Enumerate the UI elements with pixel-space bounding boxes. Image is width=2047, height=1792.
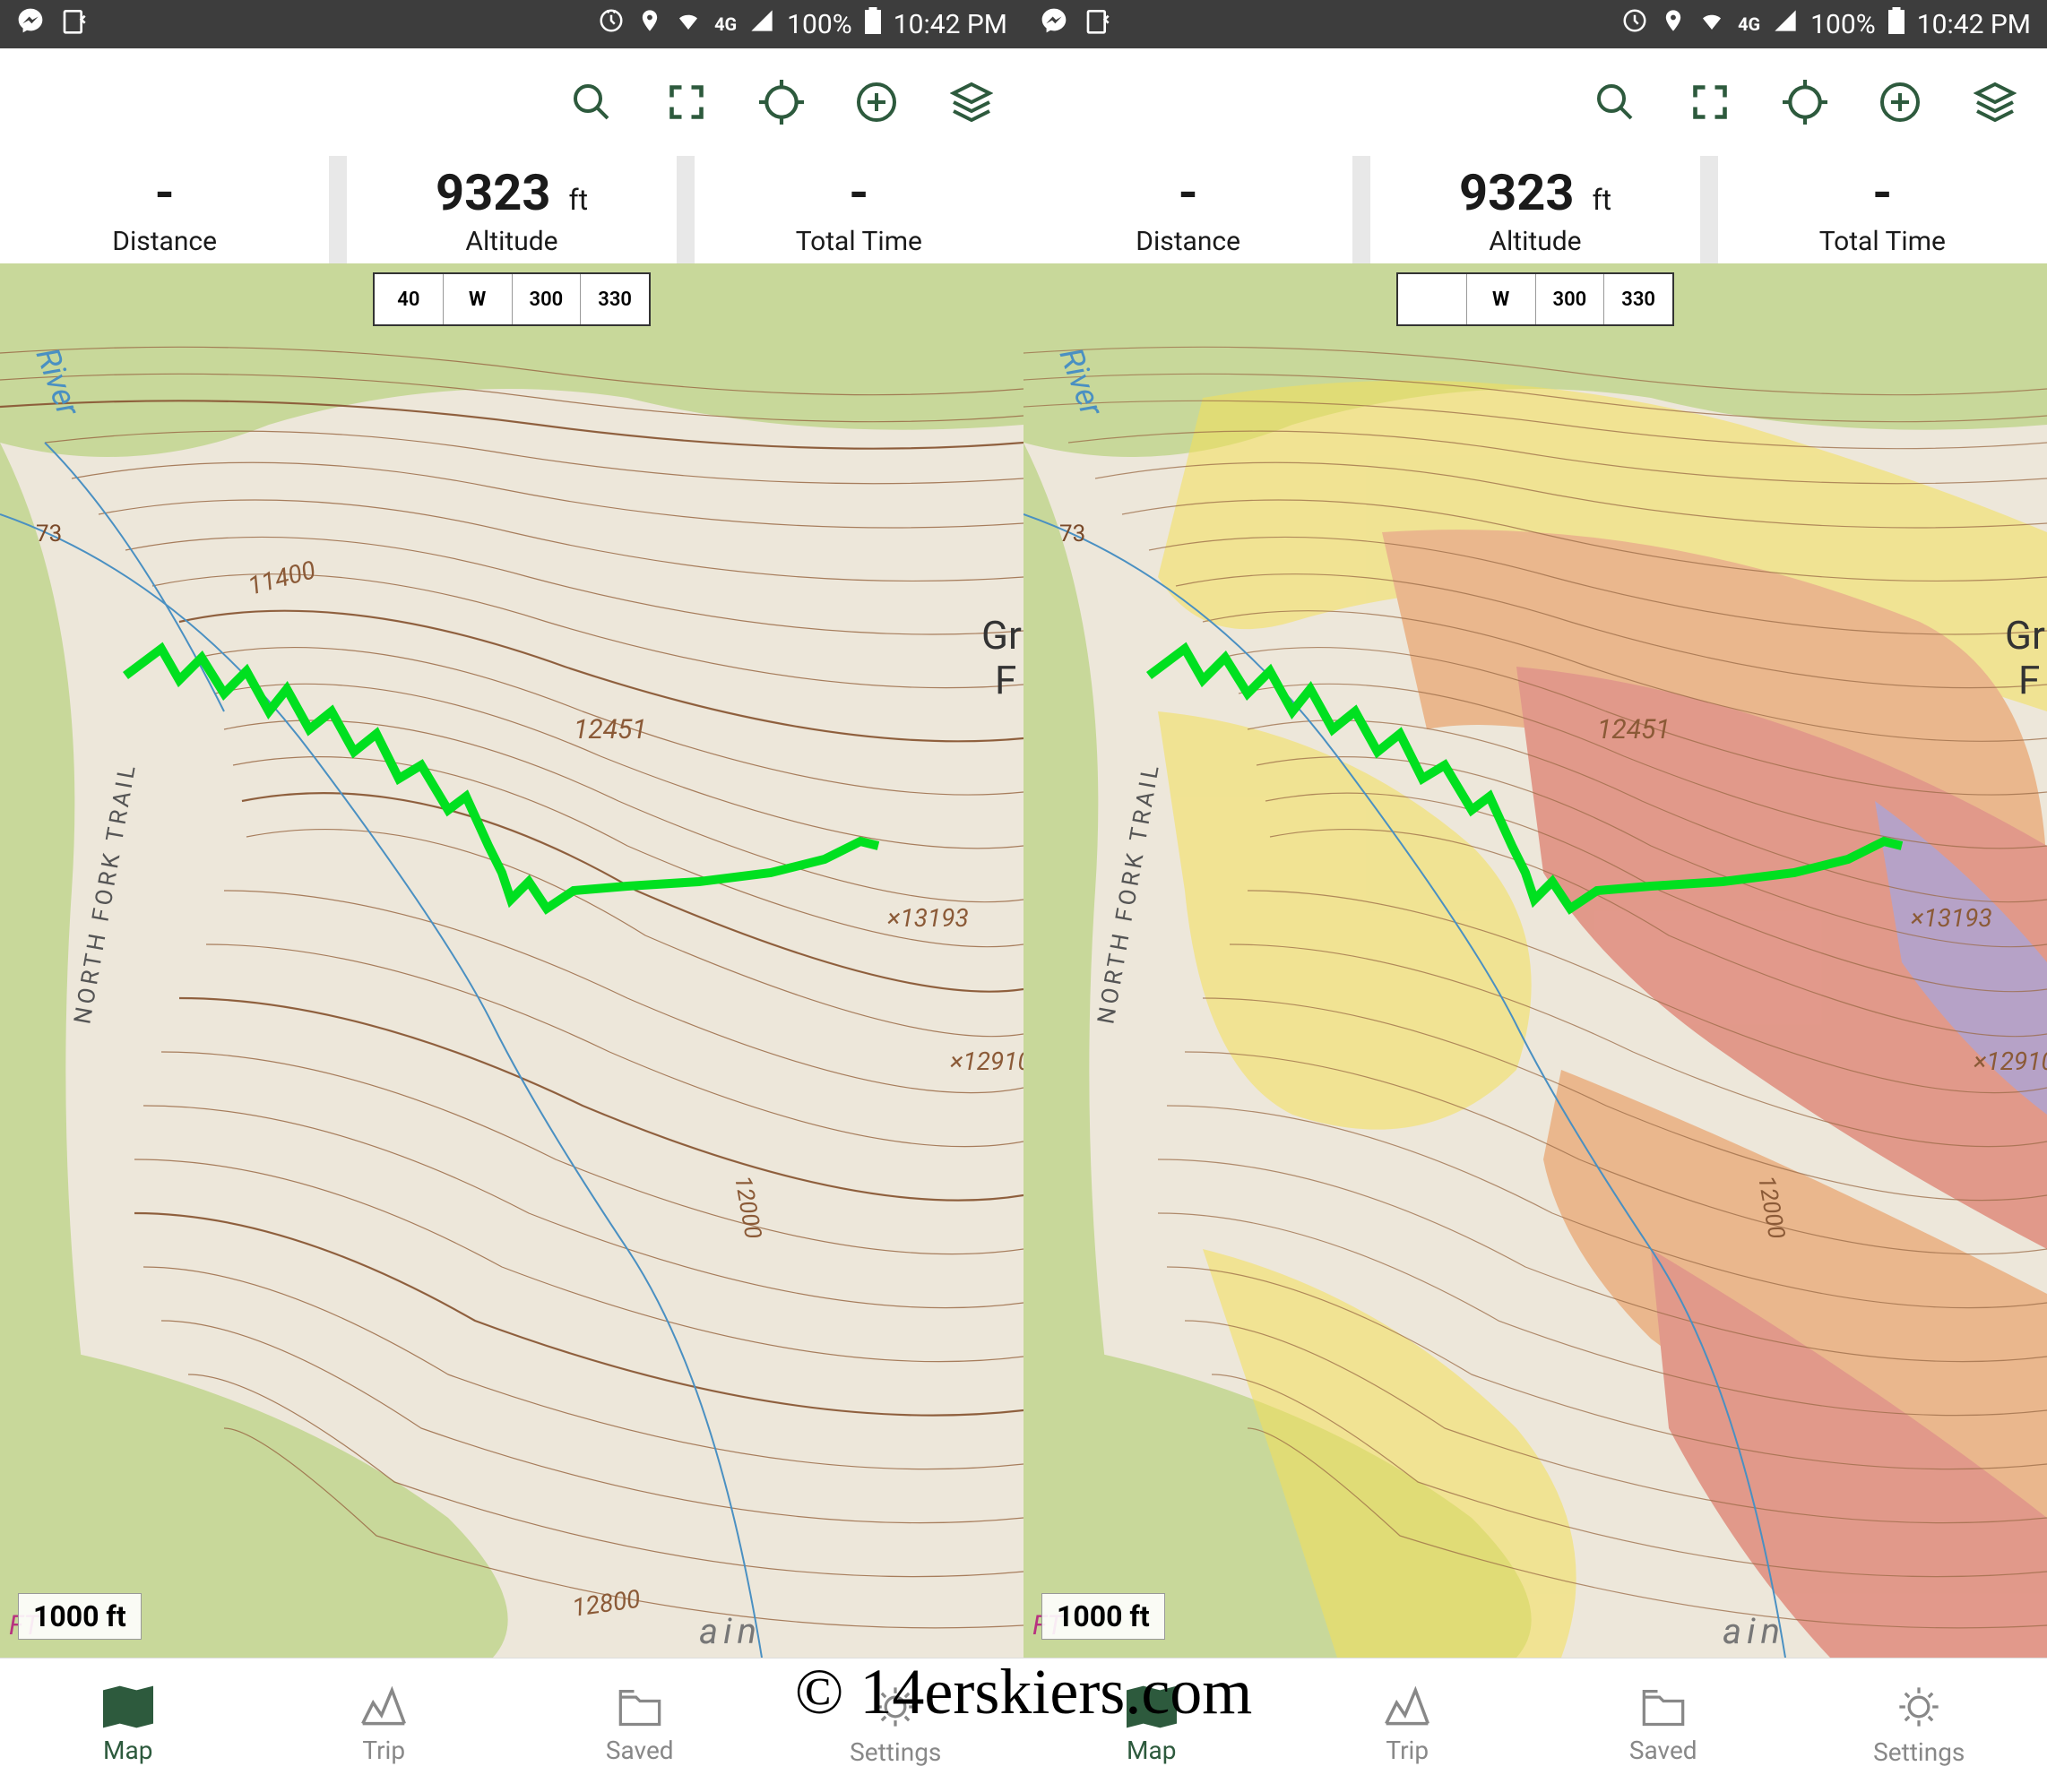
- wifi-icon: [675, 7, 702, 41]
- wifi-icon: [1698, 7, 1725, 41]
- nav-saved[interactable]: Saved: [1535, 1658, 1792, 1792]
- battery-icon: [1888, 7, 1904, 41]
- map-canvas[interactable]: River 73 NORTH FORK TRAIL 11400 12451 ×1…: [0, 263, 1024, 1658]
- layers-icon[interactable]: [1970, 77, 2020, 127]
- stats-bar: - Distance 9323ft Altitude - Total Time: [0, 156, 1024, 263]
- gps-track: [1024, 263, 2047, 1658]
- fullscreen-icon[interactable]: [1685, 77, 1735, 127]
- battery-pct: 100%: [787, 9, 852, 40]
- messenger-icon: [1040, 6, 1068, 42]
- nav-trip[interactable]: Trip: [256, 1658, 513, 1792]
- compass-strip: 40 W 300 330: [373, 272, 651, 326]
- status-bar: 4G 100% 10:42 PM: [0, 0, 1024, 48]
- battery-pct: 100%: [1810, 9, 1876, 40]
- stat-totaltime[interactable]: -Total Time: [1718, 156, 2047, 263]
- map-toolbar: [1024, 48, 2047, 156]
- phone-right: 4G 100% 10:42 PM -Distance 9323ftAltitud…: [1024, 0, 2047, 1792]
- location-icon: [1661, 8, 1686, 40]
- nav-settings[interactable]: Settings: [1792, 1658, 2047, 1792]
- phone-left: 4G 100% 10:42 PM - Distance 9323ft Altit…: [0, 0, 1024, 1792]
- status-bar: 4G 100% 10:42 PM: [1024, 0, 2047, 48]
- stat-altitude[interactable]: 9323ftAltitude: [1370, 156, 1699, 263]
- stat-distance[interactable]: -Distance: [1024, 156, 1352, 263]
- stats-bar: -Distance 9323ftAltitude -Total Time: [1024, 156, 2047, 263]
- map-toolbar: [0, 48, 1024, 156]
- nav-map[interactable]: Map: [0, 1658, 256, 1792]
- card-icon: [1084, 6, 1113, 42]
- stat-altitude[interactable]: 9323ft Altitude: [347, 156, 676, 263]
- stat-distance[interactable]: - Distance: [0, 156, 329, 263]
- clock: 10:42 PM: [894, 9, 1007, 40]
- gps-track: [0, 263, 1024, 1658]
- map-scale: 1000 ft: [1041, 1593, 1165, 1640]
- nav-trip[interactable]: Trip: [1280, 1658, 1536, 1792]
- fullscreen-icon[interactable]: [661, 77, 712, 127]
- search-icon[interactable]: [1590, 77, 1640, 127]
- battery-icon: [865, 7, 881, 41]
- card-icon: [61, 6, 90, 42]
- sync-icon: [1621, 7, 1648, 41]
- add-icon[interactable]: [851, 77, 902, 127]
- layers-icon[interactable]: [946, 77, 997, 127]
- compass-strip: W 300 330: [1396, 272, 1674, 326]
- network-4g-icon: 4G: [1738, 13, 1760, 35]
- stat-totaltime[interactable]: - Total Time: [695, 156, 1024, 263]
- nav-saved[interactable]: Saved: [512, 1658, 768, 1792]
- map-canvas[interactable]: River 73 NORTH FORK TRAIL 12451 ×13193 ×…: [1024, 263, 2047, 1658]
- map-scale: 1000 ft: [18, 1593, 142, 1640]
- messenger-icon: [16, 6, 45, 42]
- signal-icon: [1773, 8, 1798, 40]
- network-4g-icon: 4G: [714, 13, 737, 35]
- sync-icon: [598, 7, 625, 41]
- locate-icon[interactable]: [1780, 77, 1830, 127]
- signal-icon: [749, 8, 774, 40]
- add-icon[interactable]: [1875, 77, 1925, 127]
- location-icon: [637, 8, 662, 40]
- watermark: © 14erskiers.com: [795, 1655, 1253, 1729]
- clock: 10:42 PM: [1917, 9, 2031, 40]
- locate-icon[interactable]: [756, 77, 807, 127]
- search-icon[interactable]: [566, 77, 617, 127]
